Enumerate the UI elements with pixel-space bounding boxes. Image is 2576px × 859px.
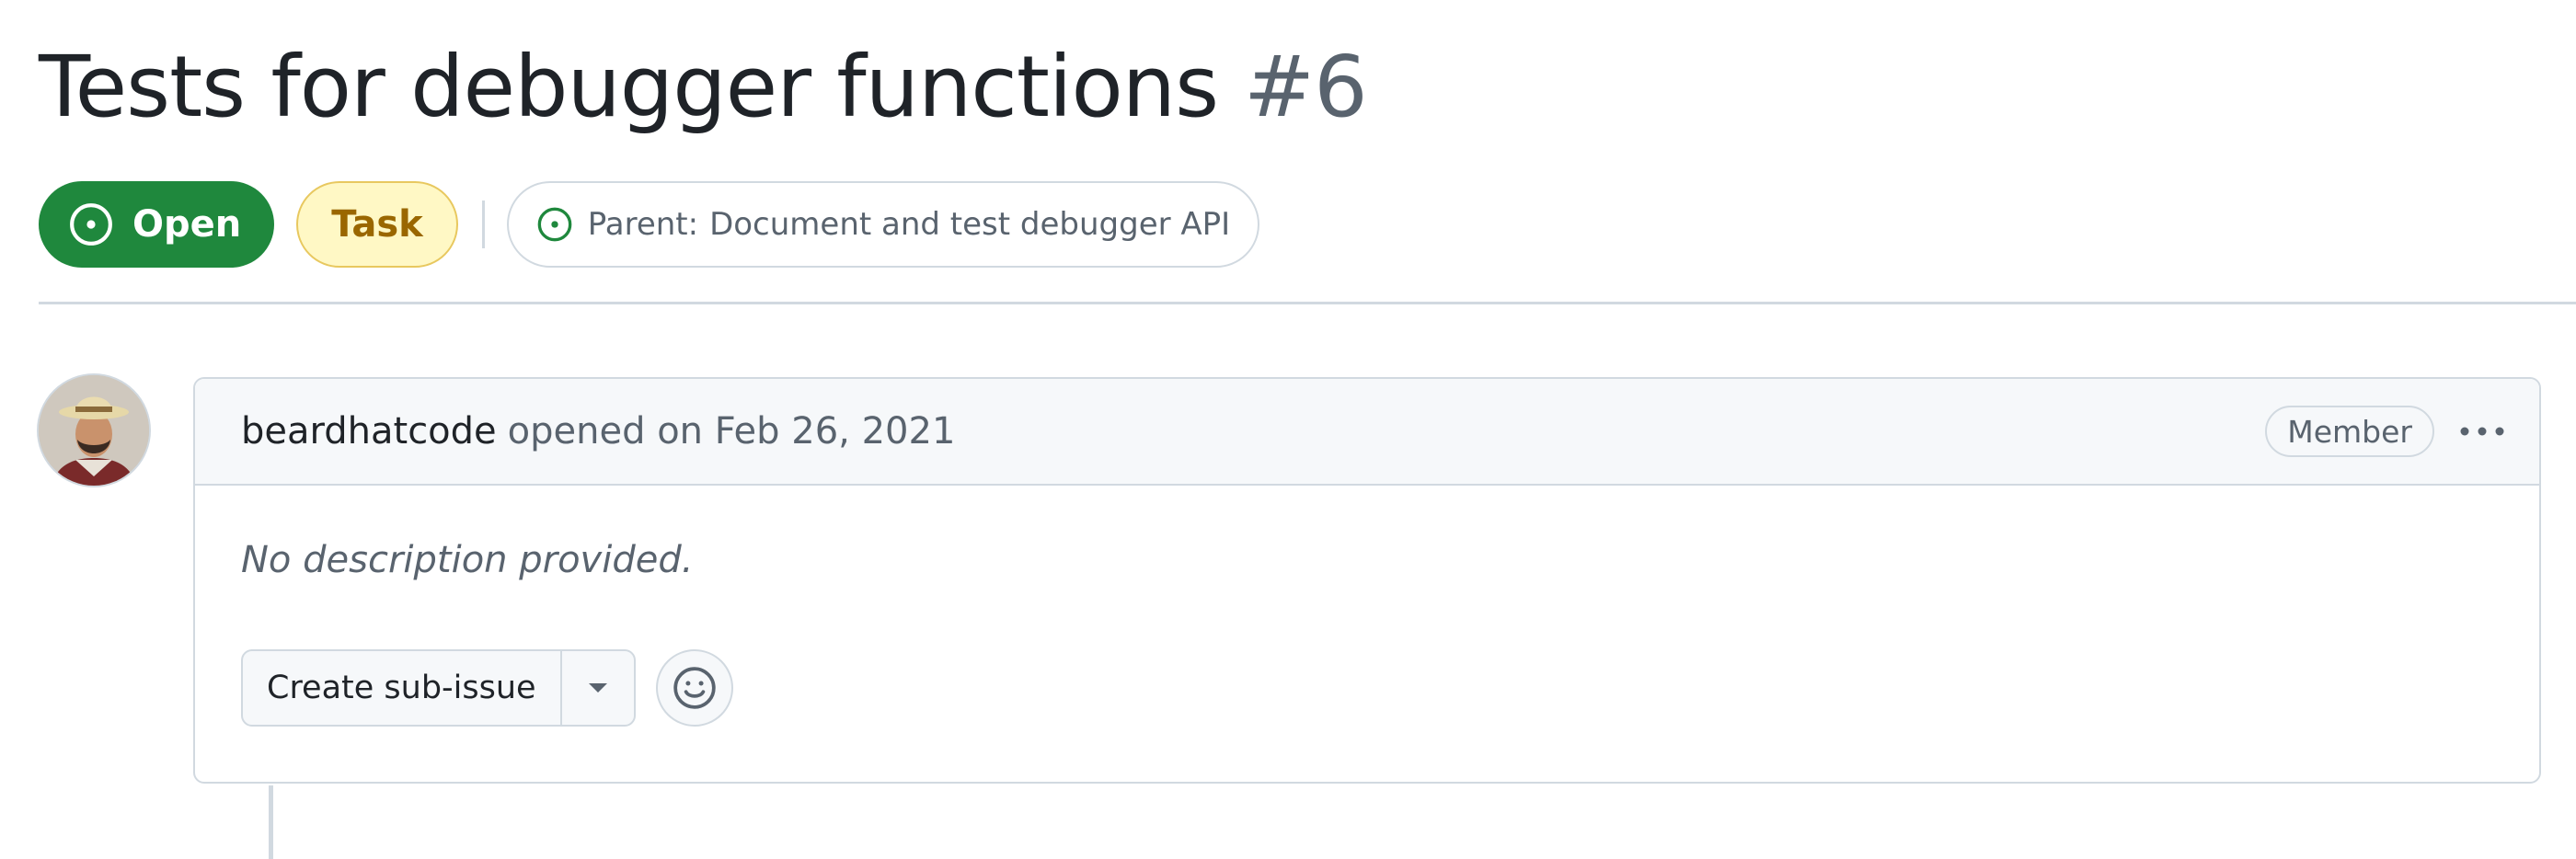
timeline-line — [269, 785, 273, 859]
parent-label: Parent: — [587, 206, 699, 243]
state-label: Open — [132, 203, 242, 246]
parent-issue-icon — [537, 207, 572, 242]
add-reaction-button[interactable] — [655, 649, 733, 727]
comment-header: beardhatcode opened on Feb 26, 2021 Memb… — [195, 379, 2539, 486]
smiley-icon — [673, 667, 716, 709]
author-link[interactable]: beardhatcode — [241, 410, 497, 452]
comment-actions: Create sub-issue — [241, 649, 2493, 727]
opened-timestamp[interactable]: opened on Feb 26, 2021 — [508, 410, 956, 452]
header-divider — [39, 302, 2576, 304]
issue-header: Tests for debugger functions #6 Open Tas… — [39, 28, 2576, 268]
avatar-image — [39, 375, 149, 486]
create-sub-issue-dropdown-button[interactable] — [562, 651, 634, 725]
issue-type-badge[interactable]: Task — [296, 181, 458, 268]
no-description-text: No description provided. — [241, 539, 694, 581]
comment-options-button[interactable] — [2455, 406, 2510, 457]
comment-body: No description provided. Create sub-issu… — [195, 539, 2539, 727]
create-sub-issue-split-button: Create sub-issue — [241, 649, 636, 727]
issue-opened-icon — [70, 203, 112, 246]
avatar[interactable] — [37, 373, 151, 487]
issue-meta-row: Open Task Parent: Document and test debu… — [39, 180, 1260, 269]
role-badge: Member — [2265, 406, 2434, 457]
meta-divider — [481, 200, 485, 248]
parent-title: Document and test debugger API — [709, 206, 1231, 243]
issue-comment: beardhatcode opened on Feb 26, 2021 Memb… — [193, 377, 2541, 784]
triangle-down-icon — [588, 683, 607, 693]
create-sub-issue-button[interactable]: Create sub-issue — [243, 651, 562, 725]
issue-number: #6 — [1244, 38, 1368, 136]
parent-issue-link[interactable]: Parent: Document and test debugger API — [506, 181, 1260, 268]
kebab-horizontal-icon — [2460, 427, 2504, 436]
title-row: Tests for debugger functions #6 — [39, 28, 2576, 147]
state-badge: Open — [39, 181, 275, 268]
issue-title: Tests for debugger functions — [39, 38, 1219, 136]
